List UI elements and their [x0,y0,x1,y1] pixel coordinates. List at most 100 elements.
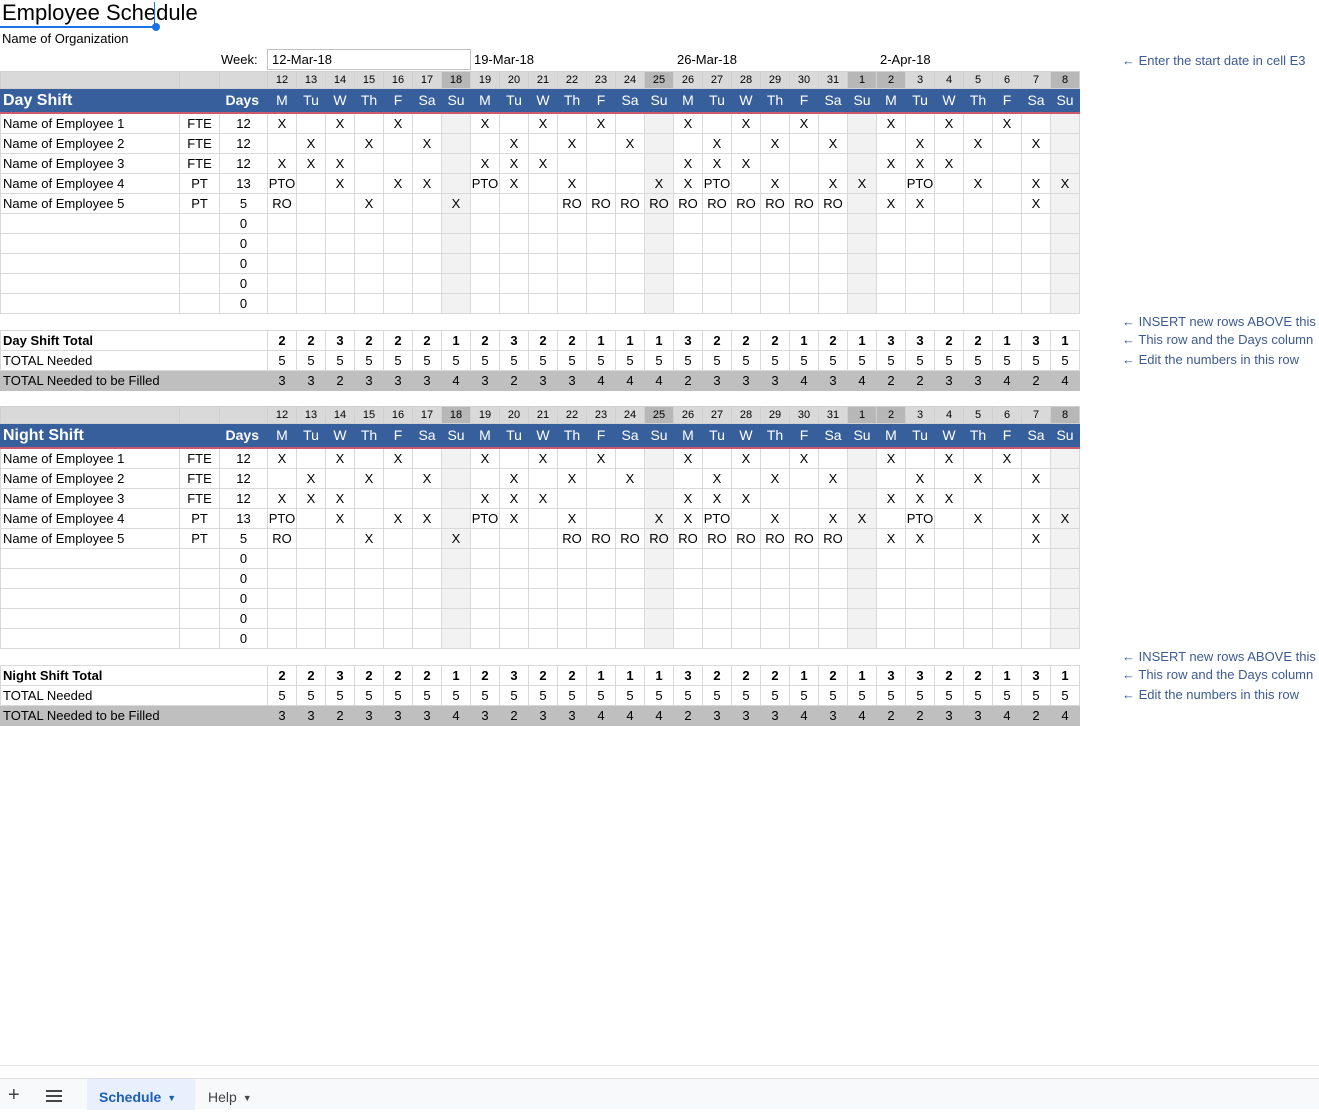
schedule-cell[interactable] [673,133,703,154]
shift-total-cell[interactable]: 2 [383,665,413,686]
schedule-cell[interactable] [644,213,674,234]
shift-total-cell[interactable]: 3 [673,330,703,351]
schedule-cell[interactable] [934,173,964,194]
schedule-cell[interactable] [1050,488,1080,509]
schedule-cell[interactable] [992,173,1022,194]
weekday-header-cell[interactable]: Tu [905,423,935,449]
schedule-cell[interactable] [731,628,761,649]
schedule-cell[interactable] [441,233,471,254]
schedule-cell[interactable] [586,548,616,569]
schedule-cell[interactable] [499,568,529,589]
day-number-cell[interactable]: 5 [963,71,993,89]
schedule-cell[interactable]: X [499,173,529,194]
weekday-header-cell[interactable]: W [934,88,964,114]
employee-days-cell[interactable]: 0 [219,588,268,609]
schedule-cell[interactable] [499,233,529,254]
schedule-cell[interactable]: RO [818,193,848,214]
schedule-cell[interactable] [1050,568,1080,589]
schedule-cell[interactable] [354,588,384,609]
schedule-cell[interactable]: X [818,133,848,154]
schedule-cell[interactable] [992,528,1022,549]
schedule-cell[interactable] [470,528,500,549]
shift-total-cell[interactable]: 1 [586,330,616,351]
schedule-cell[interactable] [325,528,355,549]
schedule-cell[interactable] [412,628,442,649]
schedule-cell[interactable] [354,508,384,529]
total-to-fill-cell[interactable]: 3 [296,705,326,726]
schedule-cell[interactable]: X [1021,468,1051,489]
weekday-header-cell[interactable]: F [789,423,819,449]
employee-type-cell[interactable] [179,213,220,234]
schedule-cell[interactable]: X [470,153,500,174]
day-number-cell[interactable]: 25 [644,71,674,89]
schedule-cell[interactable] [325,568,355,589]
schedule-cell[interactable]: X [267,112,297,134]
schedule-cell[interactable] [905,447,935,469]
schedule-cell[interactable]: PTO [702,173,732,194]
schedule-cell[interactable]: X [760,173,790,194]
schedule-cell[interactable] [615,608,645,629]
schedule-cell[interactable] [383,488,413,509]
tab-help[interactable]: Help ▼ [196,1079,264,1110]
schedule-cell[interactable] [296,193,326,214]
schedule-cell[interactable] [354,213,384,234]
shift-total-cell[interactable]: 2 [818,665,848,686]
schedule-cell[interactable] [789,588,819,609]
shift-total-cell[interactable]: 2 [731,665,761,686]
schedule-cell[interactable]: X [615,133,645,154]
shift-total-cell[interactable]: 1 [586,665,616,686]
schedule-cell[interactable] [383,153,413,174]
total-needed-cell[interactable]: 5 [557,350,587,371]
schedule-cell[interactable]: X [789,112,819,134]
shift-total-cell[interactable]: 3 [1021,665,1051,686]
total-to-fill-cell[interactable]: 4 [1050,705,1080,726]
schedule-cell[interactable] [1021,568,1051,589]
weekday-header-cell[interactable]: Su [1050,88,1080,114]
day-number-cell[interactable]: 1 [847,406,877,424]
schedule-cell[interactable] [992,133,1022,154]
schedule-cell[interactable] [644,588,674,609]
employee-days-cell[interactable]: 0 [219,293,268,314]
schedule-cell[interactable]: X [325,488,355,509]
schedule-cell[interactable]: X [528,153,558,174]
schedule-cell[interactable] [992,548,1022,569]
schedule-cell[interactable] [412,153,442,174]
total-to-fill-cell[interactable]: 2 [673,705,703,726]
schedule-cell[interactable] [412,588,442,609]
schedule-cell[interactable] [992,608,1022,629]
schedule-cell[interactable] [325,628,355,649]
total-to-fill-cell[interactable]: 4 [615,370,645,391]
employee-name-cell[interactable] [0,293,180,314]
day-number-cell[interactable]: 19 [470,406,500,424]
schedule-cell[interactable] [963,608,993,629]
schedule-cell[interactable]: X [731,447,761,469]
day-number-cell[interactable]: 12 [267,71,297,89]
schedule-cell[interactable] [470,273,500,294]
schedule-cell[interactable] [325,548,355,569]
shift-total-cell[interactable]: 1 [441,330,471,351]
weekday-header-cell[interactable]: M [876,423,906,449]
schedule-cell[interactable] [702,112,732,134]
day-number-cell[interactable]: 4 [934,406,964,424]
shift-total-cell[interactable]: 2 [296,330,326,351]
total-to-fill-cell[interactable]: 4 [644,705,674,726]
schedule-cell[interactable] [760,568,790,589]
day-number-cell[interactable]: 3 [905,406,935,424]
schedule-cell[interactable]: RO [267,193,297,214]
total-to-fill-cell[interactable]: 2 [876,705,906,726]
schedule-cell[interactable] [905,548,935,569]
schedule-cell[interactable] [470,548,500,569]
schedule-cell[interactable] [789,133,819,154]
schedule-cell[interactable] [586,568,616,589]
day-number-cell[interactable]: 21 [528,406,558,424]
schedule-cell[interactable] [702,213,732,234]
schedule-cell[interactable] [528,508,558,529]
employee-type-cell[interactable]: FTE [179,112,220,134]
schedule-cell[interactable] [963,273,993,294]
employee-type-cell[interactable]: FTE [179,447,220,469]
schedule-cell[interactable] [1050,253,1080,274]
schedule-cell[interactable] [470,133,500,154]
schedule-cell[interactable] [383,253,413,274]
schedule-cell[interactable] [818,488,848,509]
schedule-cell[interactable]: RO [673,528,703,549]
